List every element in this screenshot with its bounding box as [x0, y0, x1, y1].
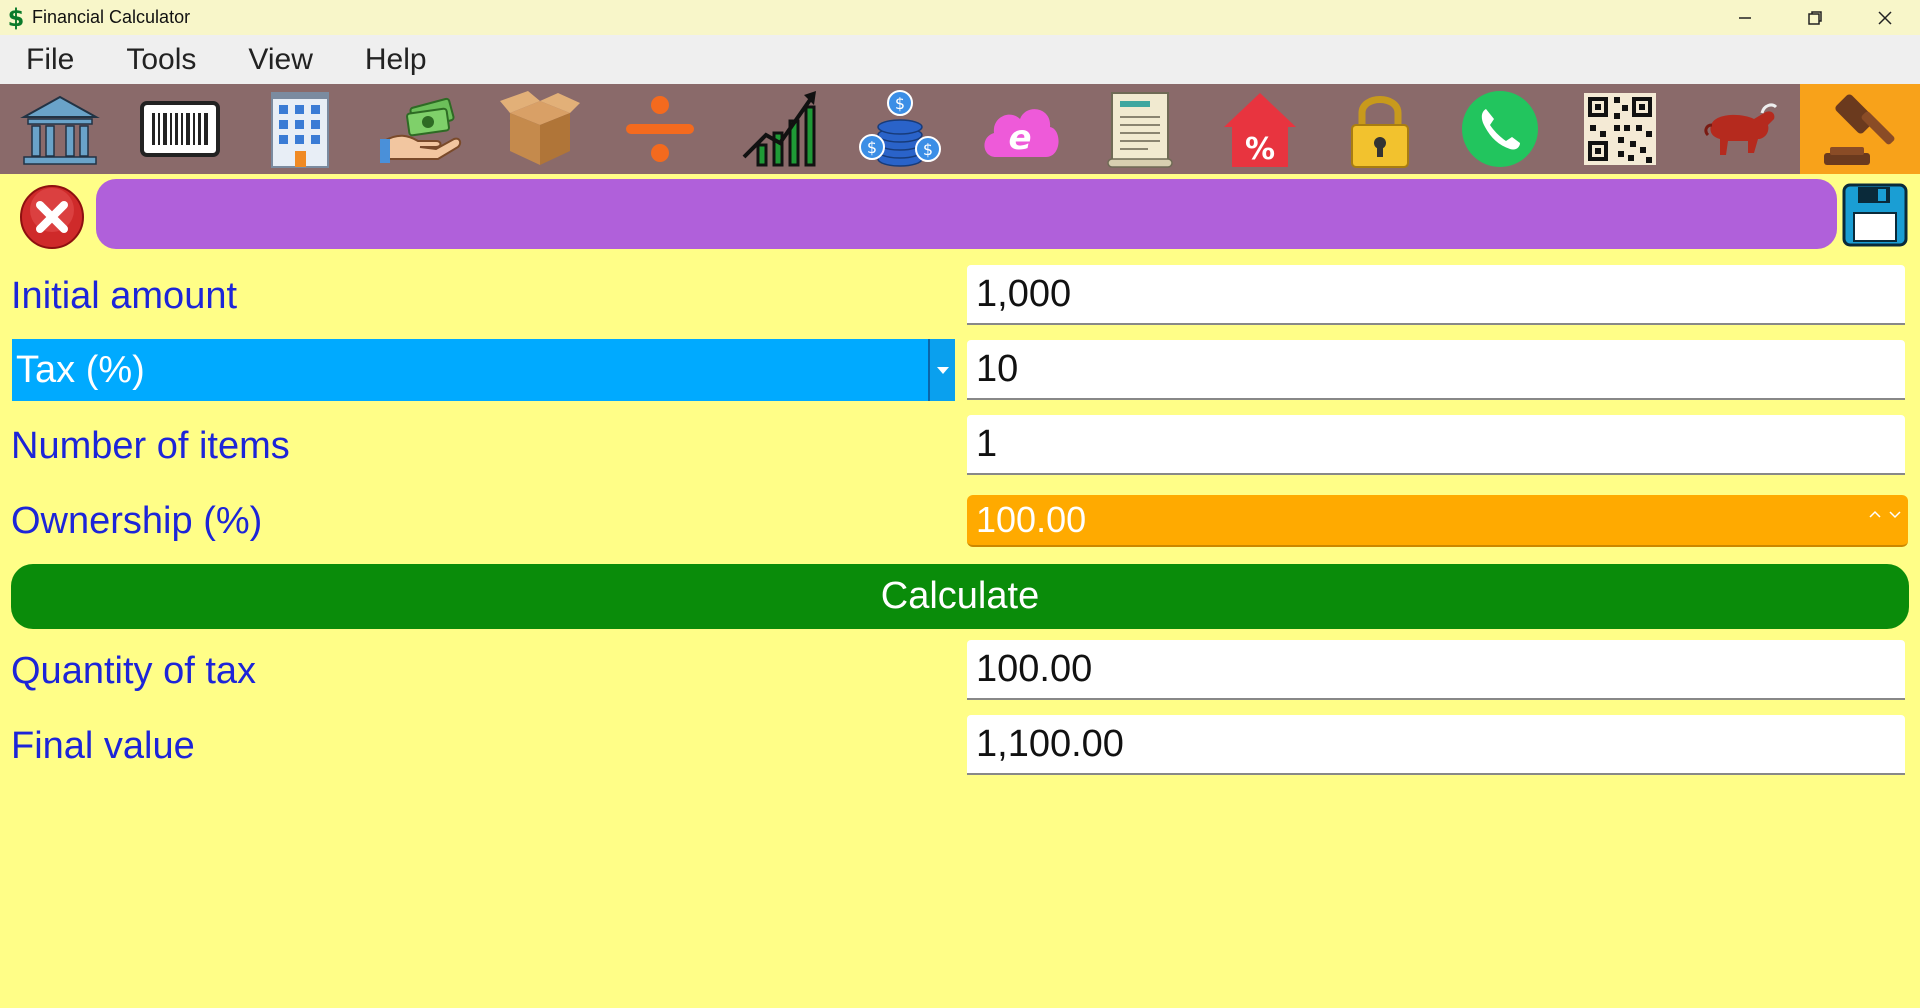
initial-amount-input[interactable]: 1,000 — [967, 265, 1905, 325]
close-icon — [1878, 10, 1892, 25]
phone-icon — [1462, 91, 1538, 167]
quantity-of-tax-label: Quantity of tax — [11, 650, 257, 692]
home-percent-icon: % — [1224, 93, 1296, 167]
tool-box[interactable] — [480, 84, 600, 174]
tool-qr-code[interactable] — [1560, 84, 1680, 174]
svg-text:e: e — [1008, 118, 1031, 158]
svg-text:$: $ — [867, 138, 877, 157]
tool-bank[interactable] — [0, 84, 120, 174]
bank-icon — [20, 95, 100, 165]
window-controls — [1710, 0, 1920, 35]
tool-growth-chart[interactable] — [720, 84, 840, 174]
clear-button[interactable] — [19, 184, 85, 250]
barcode-icon — [140, 101, 220, 157]
tool-padlock[interactable] — [1320, 84, 1440, 174]
minimize-button[interactable] — [1710, 0, 1780, 35]
dropdown-arrow[interactable] — [928, 339, 955, 401]
dollar-app-icon: $ — [7, 3, 25, 32]
division-icon — [626, 96, 694, 162]
menu-tools[interactable]: Tools — [100, 43, 222, 77]
tool-receipt[interactable] — [1080, 84, 1200, 174]
calculate-button[interactable]: Calculate — [11, 564, 1909, 629]
number-of-items-input[interactable]: 1 — [967, 415, 1905, 475]
growth-chart-icon — [742, 91, 816, 167]
ownership-label: Ownership (%) — [11, 500, 263, 542]
menu-bar: File Tools View Help — [0, 35, 1920, 84]
menu-file[interactable]: File — [0, 43, 100, 77]
tool-division[interactable] — [600, 84, 720, 174]
office-building-icon — [271, 92, 329, 168]
qr-code-icon — [1584, 93, 1656, 165]
tool-office-building[interactable] — [240, 84, 360, 174]
final-value-label: Final value — [11, 725, 195, 767]
gavel-icon — [1824, 94, 1895, 165]
restore-button[interactable] — [1780, 0, 1850, 35]
status-bar — [96, 179, 1837, 249]
tool-browser-cloud[interactable]: e — [960, 84, 1080, 174]
final-value-output: 1,100.00 — [967, 715, 1905, 775]
svg-text:$: $ — [895, 94, 905, 113]
tax-input[interactable]: 10 — [967, 340, 1905, 400]
title-bar: $ Financial Calculator — [0, 0, 1920, 35]
menu-help[interactable]: Help — [339, 43, 453, 77]
window-title: Financial Calculator — [32, 7, 191, 27]
ownership-spinner[interactable]: 100.00 — [967, 495, 1908, 547]
browser-cloud-icon: e — [984, 109, 1059, 158]
tool-bull[interactable] — [1680, 84, 1800, 174]
tax-type-selected: Tax (%) — [16, 348, 145, 391]
padlock-icon — [1351, 96, 1409, 168]
number-of-items-label: Number of items — [11, 425, 290, 467]
quantity-of-tax-output: 100.00 — [967, 640, 1905, 700]
toolbar: $ $ $ e % — [0, 84, 1920, 174]
coins-icon: $ $ $ — [859, 90, 941, 167]
tool-money-hand[interactable] — [360, 84, 480, 174]
box-icon — [500, 91, 580, 165]
menu-view[interactable]: View — [222, 43, 338, 77]
tool-gavel[interactable] — [1800, 84, 1920, 174]
caret-down-icon — [936, 367, 949, 374]
money-hand-icon — [380, 97, 462, 163]
svg-text:%: % — [1245, 132, 1275, 167]
spinner-arrows[interactable] — [1868, 507, 1902, 525]
receipt-icon — [1107, 92, 1173, 168]
ownership-value: 100.00 — [976, 499, 1087, 540]
up-down-chevron-icon — [1869, 510, 1901, 519]
initial-amount-label: Initial amount — [11, 275, 238, 317]
minimize-icon — [1739, 16, 1751, 19]
bull-icon — [1704, 103, 1778, 155]
floppy-disk-icon — [1842, 183, 1908, 247]
save-button[interactable] — [1842, 183, 1908, 247]
svg-text:$: $ — [923, 140, 933, 159]
red-x-icon — [20, 185, 84, 249]
tool-barcode[interactable] — [120, 84, 240, 174]
tool-home-percent[interactable]: % — [1200, 84, 1320, 174]
close-window-button[interactable] — [1850, 0, 1920, 35]
tool-coins[interactable]: $ $ $ — [840, 84, 960, 174]
restore-icon — [1808, 10, 1822, 25]
tax-type-dropdown[interactable]: Tax (%) — [12, 339, 955, 401]
tool-phone[interactable] — [1440, 84, 1560, 174]
